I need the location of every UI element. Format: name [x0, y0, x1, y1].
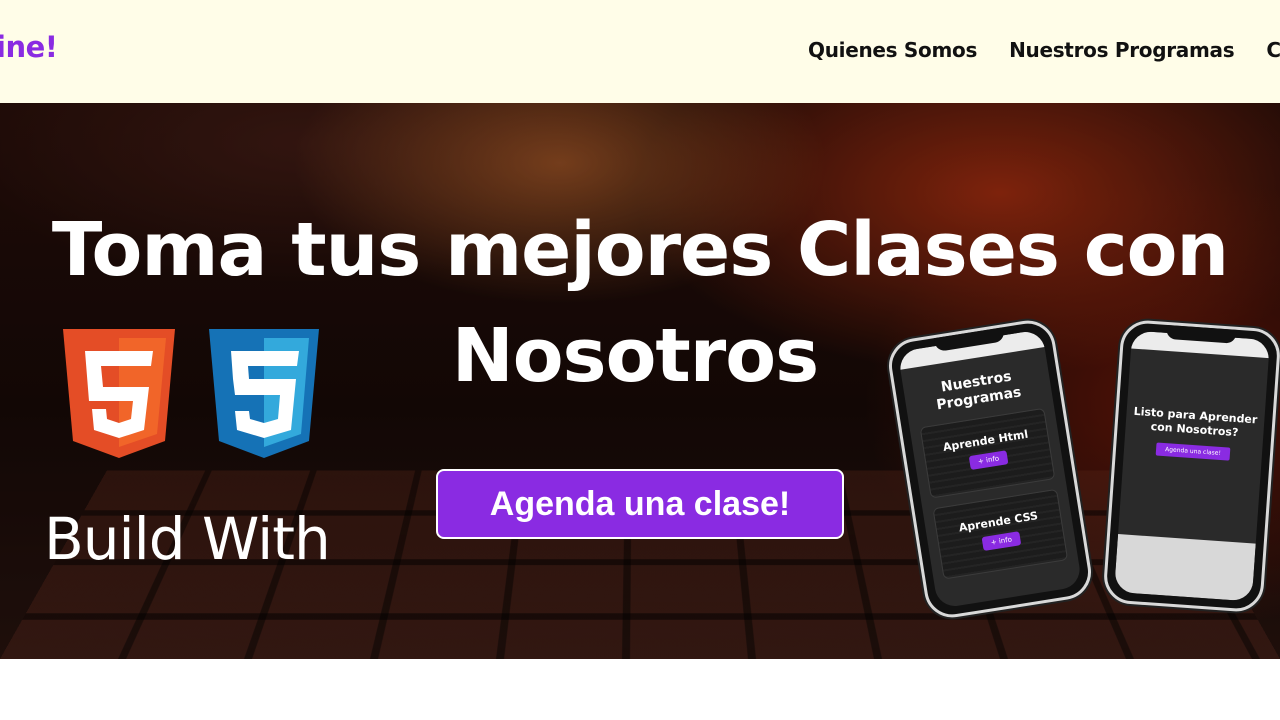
nav-link-truncated[interactable]: C	[1266, 38, 1280, 62]
nav-link-quienes-somos[interactable]: Quienes Somos	[808, 38, 977, 62]
program-info-button: + info	[981, 531, 1021, 551]
phone-footer	[1114, 534, 1256, 602]
phone-screen: Listo para Aprender con Nosotros? Agenda…	[1114, 330, 1270, 602]
build-with-label: Build With	[44, 505, 331, 573]
site-logo[interactable]: ine!	[0, 30, 58, 64]
phone-cta-button: Agenda una clase!	[1155, 442, 1231, 461]
phone-cta-title: Listo para Aprender con Nosotros?	[1133, 404, 1258, 440]
program-card-title: Aprende CSS	[957, 509, 1039, 535]
css3-icon	[209, 329, 319, 458]
program-card-css: Aprende CSS + info	[932, 488, 1069, 580]
nav-link-nuestros-programas[interactable]: Nuestros Programas	[1009, 38, 1235, 62]
program-card-html: Aprende Html + info	[919, 407, 1056, 499]
program-info-button: + info	[969, 450, 1009, 470]
phone-mockup-cta: Listo para Aprender con Nosotros? Agenda…	[1102, 318, 1280, 614]
program-card-title: Aprende Html	[942, 427, 1030, 454]
hero-banner: Toma tus mejores Clases con Nosotros Bui…	[0, 103, 1280, 659]
agenda-clase-button[interactable]: Agenda una clase!	[436, 469, 844, 539]
phone-screen: Nuestros Programas Aprende Html + info A…	[897, 329, 1083, 609]
html5-icon	[63, 329, 175, 458]
main-nav: Quienes Somos Nuestros Programas C	[808, 38, 1280, 62]
hero-headline-line1: Toma tus mejores Clases con	[51, 207, 1229, 293]
site-header: ine! Quienes Somos Nuestros Programas C	[0, 0, 1280, 103]
